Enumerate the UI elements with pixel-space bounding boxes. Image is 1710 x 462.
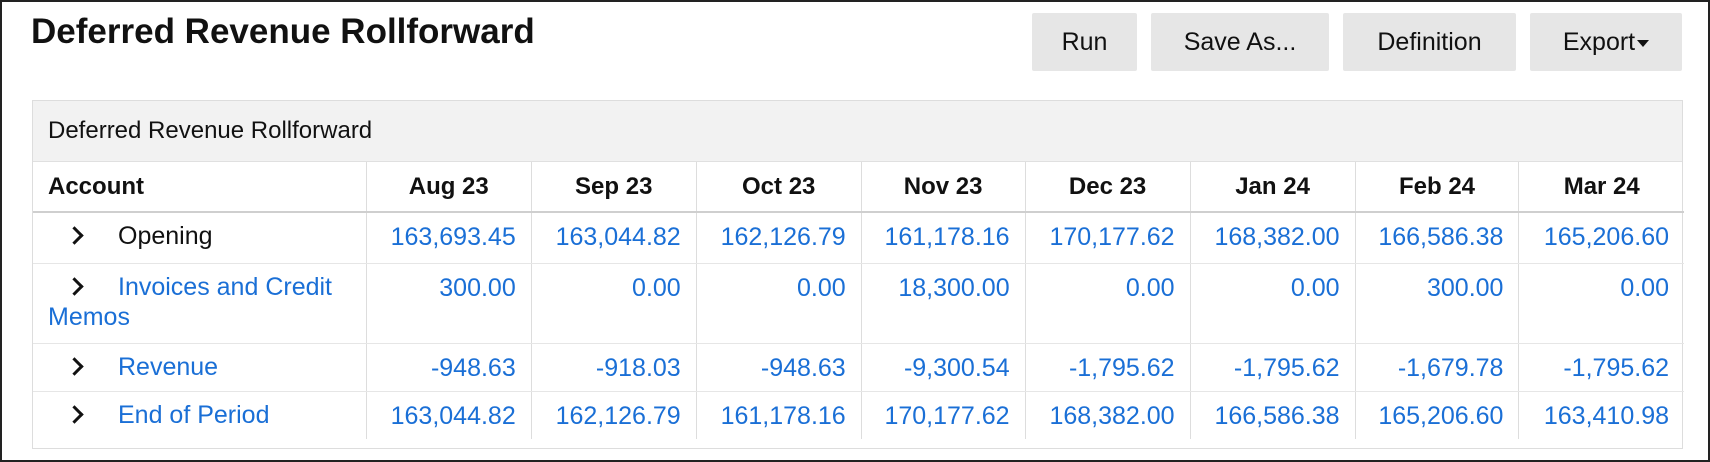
- page-title: Deferred Revenue Rollforward: [31, 12, 535, 51]
- value-cell[interactable]: -918.03: [531, 343, 697, 392]
- column-header-aug-23: Aug 23: [366, 162, 532, 213]
- column-header-feb-24: Feb 24: [1355, 162, 1520, 213]
- chevron-right-icon[interactable]: [65, 404, 84, 424]
- column-header-mar-24: Mar 24: [1518, 162, 1684, 213]
- value-cell[interactable]: 161,178.16: [696, 391, 862, 439]
- account-cell: Opening: [33, 212, 367, 264]
- table-row-end-of-period: End of Period 163,044.82 162,126.79 161,…: [33, 391, 1684, 439]
- save-as-button[interactable]: Save As...: [1151, 13, 1329, 71]
- value-cell[interactable]: 0.00: [1518, 263, 1684, 344]
- account-link-invoices-and-credit-memos[interactable]: Invoices and Credit Memos: [48, 273, 332, 331]
- value-cell[interactable]: 18,300.00: [861, 263, 1026, 344]
- value-cell[interactable]: 161,178.16: [861, 212, 1026, 264]
- account-link-revenue[interactable]: Revenue: [118, 353, 218, 381]
- value-cell[interactable]: -9,300.54: [861, 343, 1026, 392]
- save-as-button-label: Save As...: [1183, 27, 1297, 56]
- value-cell[interactable]: 0.00: [696, 263, 862, 344]
- value-cell[interactable]: 165,206.60: [1355, 391, 1520, 439]
- value-cell[interactable]: -1,795.62: [1518, 343, 1684, 392]
- toolbar: Run Save As... Definition Export: [1032, 13, 1682, 71]
- value-cell[interactable]: 170,177.62: [1025, 212, 1191, 264]
- value-cell[interactable]: 163,693.45: [366, 212, 532, 264]
- chevron-right-icon[interactable]: [65, 226, 84, 245]
- export-dropdown-button[interactable]: Export: [1530, 13, 1682, 71]
- value-cell[interactable]: 163,410.98: [1519, 391, 1684, 439]
- value-cell[interactable]: 0.00: [531, 263, 697, 344]
- header-row: Account Aug 23 Sep 23 Oct 23 Nov 23 Dec …: [33, 162, 1684, 213]
- column-header-nov-23: Nov 23: [861, 162, 1026, 213]
- value-cell[interactable]: 162,126.79: [531, 391, 697, 439]
- value-cell[interactable]: 166,586.38: [1190, 391, 1356, 439]
- column-header-account: Account: [33, 162, 367, 213]
- run-button[interactable]: Run: [1032, 13, 1137, 71]
- report-panel: Deferred Revenue Rollforward Account Aug…: [32, 100, 1684, 449]
- value-cell[interactable]: 162,126.79: [696, 212, 862, 264]
- account-label-opening: Opening: [118, 222, 213, 250]
- value-cell[interactable]: -1,795.62: [1025, 343, 1191, 392]
- value-cell[interactable]: 165,206.60: [1518, 212, 1684, 264]
- report-title: Deferred Revenue Rollforward: [33, 101, 1682, 162]
- value-cell[interactable]: -1,679.78: [1355, 343, 1520, 392]
- value-cell[interactable]: 0.00: [1025, 263, 1191, 344]
- value-cell[interactable]: -948.63: [696, 343, 862, 392]
- account-cell: End of Period: [33, 391, 367, 439]
- definition-button[interactable]: Definition: [1343, 13, 1516, 71]
- report-table: Account Aug 23 Sep 23 Oct 23 Nov 23 Dec …: [33, 162, 1684, 439]
- column-header-dec-23: Dec 23: [1025, 162, 1191, 213]
- value-cell[interactable]: 300.00: [1355, 263, 1520, 344]
- value-cell[interactable]: -948.63: [366, 343, 532, 392]
- value-cell[interactable]: 168,382.00: [1025, 391, 1191, 439]
- value-cell[interactable]: 163,044.82: [366, 391, 532, 439]
- definition-button-label: Definition: [1377, 27, 1482, 56]
- value-cell[interactable]: 0.00: [1190, 263, 1356, 344]
- column-header-sep-23: Sep 23: [531, 162, 697, 213]
- export-button-label: Export: [1562, 27, 1636, 56]
- caret-down-icon: [1637, 39, 1650, 47]
- table-row-opening: Opening 163,693.45 163,044.82 162,126.79…: [33, 212, 1684, 264]
- value-cell[interactable]: -1,795.62: [1190, 343, 1356, 392]
- account-link-end-of-period[interactable]: End of Period: [118, 401, 270, 429]
- run-button-label: Run: [1061, 27, 1108, 56]
- value-cell[interactable]: 168,382.00: [1190, 212, 1356, 264]
- value-cell[interactable]: 170,177.62: [861, 391, 1026, 439]
- column-header-jan-24: Jan 24: [1190, 162, 1356, 213]
- chevron-right-icon[interactable]: [65, 276, 84, 296]
- value-cell[interactable]: 163,044.82: [531, 212, 697, 264]
- account-cell: Invoices and Credit Memos: [33, 263, 367, 344]
- column-header-oct-23: Oct 23: [696, 162, 862, 213]
- table-row-revenue: Revenue -948.63 -918.03 -948.63 -9,300.5…: [33, 343, 1684, 392]
- account-cell: Revenue: [33, 343, 367, 392]
- chevron-right-icon[interactable]: [65, 356, 84, 376]
- app-frame: Deferred Revenue Rollforward Run Save As…: [0, 0, 1710, 462]
- value-cell[interactable]: 166,586.38: [1355, 212, 1520, 264]
- value-cell[interactable]: 300.00: [366, 263, 532, 344]
- table-row-invoices-and-credit-memos: Invoices and Credit Memos 300.00 0.00 0.…: [33, 263, 1684, 344]
